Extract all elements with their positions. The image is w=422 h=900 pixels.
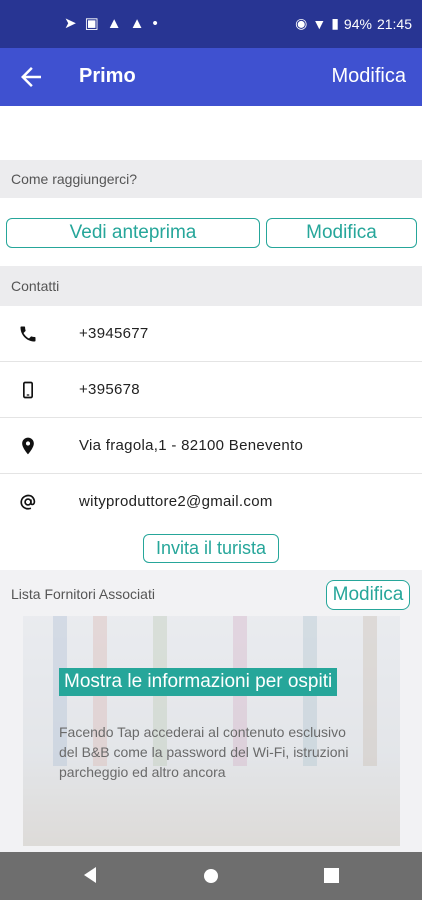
contact-row-mobile[interactable]: +395678 (0, 362, 422, 418)
invite-tourist-button[interactable]: Invita il turista (143, 534, 279, 563)
edit-directions-button[interactable]: Modifica (266, 218, 417, 248)
notification-icon: ▣ (84, 15, 107, 32)
telegram-icon: ➤ (64, 15, 85, 32)
contact-list: +3945677 +395678 Via fragola,1 - 82100 B… (0, 306, 422, 529)
app-bar: Primo Modifica (0, 48, 422, 106)
guest-info-title: Mostra le informazioni per ospiti (59, 668, 338, 696)
nav-home-icon[interactable] (203, 868, 219, 884)
at-sign-icon (20, 494, 36, 510)
section-title: Contatti (11, 278, 60, 294)
nav-back-icon[interactable] (82, 866, 98, 884)
dot-icon: • (152, 15, 166, 32)
guest-info-card[interactable]: Mostra le informazioni per ospiti Facend… (23, 616, 400, 846)
mobile-icon (23, 381, 33, 399)
section-title: Come raggiungerci? (11, 171, 138, 187)
nav-recents-icon[interactable] (324, 868, 339, 883)
edit-suppliers-button[interactable]: Modifica (326, 580, 410, 610)
section-header-contacts: Contatti (0, 266, 422, 306)
preview-button[interactable]: Vedi anteprima (6, 218, 260, 248)
eye-icon: ◉ (295, 15, 308, 31)
contact-row-email[interactable]: wityproduttore2@gmail.com (0, 474, 422, 529)
section-title: Lista Fornitori Associati (11, 586, 155, 602)
battery-icon: ▮ (331, 15, 339, 31)
suppliers-section: Lista Fornitori Associati Modifica Mostr… (0, 570, 422, 900)
guest-info-description: Facendo Tap accederai al contenuto esclu… (59, 724, 349, 780)
section-header-reach: Come raggiungerci? (0, 160, 422, 198)
contact-value: +3945677 (79, 325, 149, 342)
playstation-icon: ▲ (106, 15, 130, 32)
empty-area (0, 106, 422, 160)
battery-level: 94% (343, 15, 372, 32)
phone-icon (20, 326, 36, 342)
contact-row-address[interactable]: Via fragola,1 - 82100 Benevento (0, 418, 422, 474)
contact-value: Via fragola,1 - 82100 Benevento (79, 437, 304, 454)
clock: 21:45 (376, 15, 412, 32)
location-pin-icon (22, 437, 34, 455)
contact-value: +395678 (79, 381, 140, 398)
invite-row: Invita il turista (0, 528, 422, 570)
notification-icons: ➤▣▲▲• (64, 14, 166, 32)
reach-buttons: Vedi anteprima Modifica (0, 198, 422, 266)
back-button[interactable] (16, 62, 46, 92)
contact-value: wityproduttore2@gmail.com (79, 493, 273, 510)
edit-button[interactable]: Modifica (332, 65, 406, 88)
playstation-icon: ▲ (129, 15, 153, 32)
contact-row-phone[interactable]: +3945677 (0, 306, 422, 362)
arrow-back-icon (21, 67, 41, 87)
wifi-icon: ▼ (312, 15, 327, 32)
status-bar: ➤▣▲▲• ◉ ▼ ▮ 94% 21:45 (0, 0, 422, 48)
page-title: Primo (79, 65, 136, 87)
system-nav-bar (0, 852, 422, 900)
